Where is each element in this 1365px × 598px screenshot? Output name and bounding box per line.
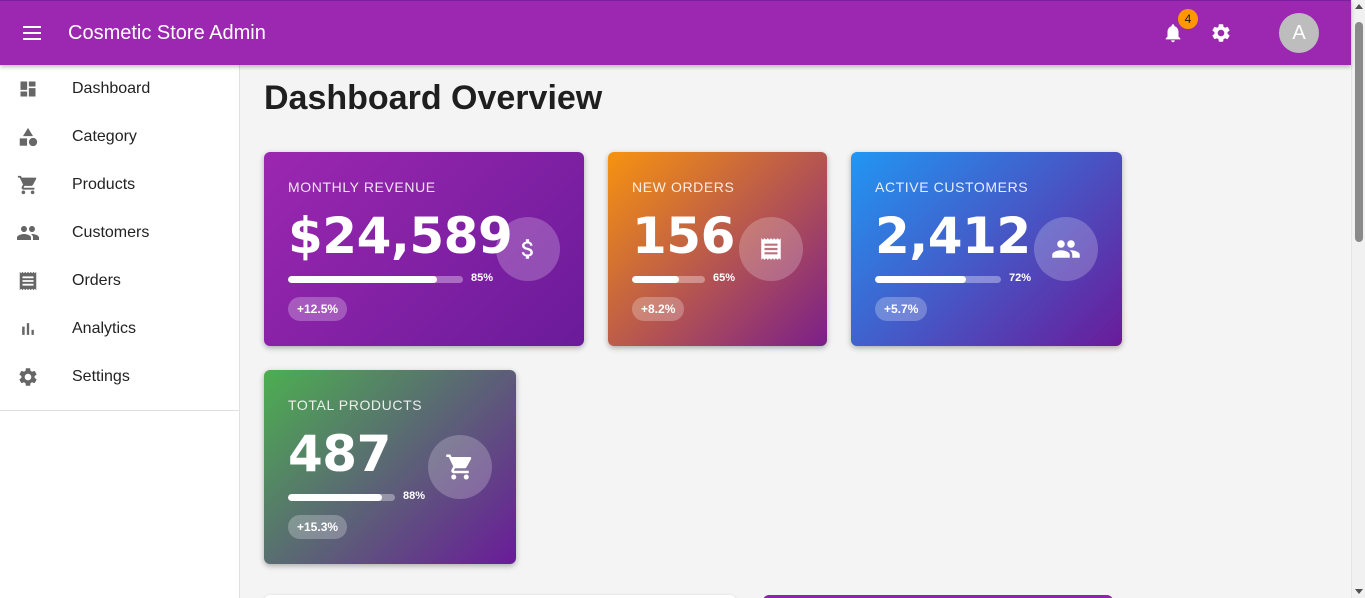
category-icon [16, 125, 40, 149]
receipt-icon [16, 269, 40, 293]
sidebar-item-label: Dashboard [72, 80, 151, 97]
bar-chart-icon [16, 317, 40, 341]
cart-icon [16, 173, 40, 197]
scrollbar[interactable] [1351, 0, 1365, 598]
main-content: Dashboard Overview MONTHLY REVENUE $24,5… [240, 65, 1351, 598]
progress-percent: 65% [713, 272, 736, 284]
stat-card-value: 487 [288, 425, 391, 483]
change-badge: +15.3% [288, 515, 348, 539]
stat-card-value: 156 [632, 207, 735, 265]
sidebar-item-label: Settings [72, 368, 130, 385]
progress-fill [632, 276, 680, 283]
change-badge: +5.7% [875, 297, 928, 321]
stat-card-orders: NEW ORDERS 156 65% +8.2% [608, 152, 827, 346]
receipt-icon [739, 217, 803, 281]
sidebar-item-dashboard[interactable]: Dashboard [0, 65, 239, 113]
cart-icon [428, 435, 492, 499]
notifications-button[interactable]: 4 [1159, 9, 1198, 47]
scroll-thumb[interactable] [1355, 22, 1363, 242]
dashboard-icon [16, 77, 40, 101]
sidebar: Dashboard Category Products Customers Or… [0, 65, 240, 598]
people-icon [1034, 217, 1098, 281]
sidebar-item-products[interactable]: Products [0, 161, 239, 209]
settings-button[interactable] [1207, 19, 1235, 47]
progress-fill [288, 276, 437, 283]
change-badge: +8.2% [632, 297, 685, 321]
progress-percent: 85% [471, 272, 494, 284]
sidebar-item-customers[interactable]: Customers [0, 209, 239, 257]
progress-percent: 72% [1009, 272, 1032, 284]
sidebar-item-label: Customers [72, 224, 150, 241]
progress-fill [288, 494, 383, 501]
scroll-down-arrow-icon[interactable] [1355, 589, 1363, 594]
stat-card-label: MONTHLY REVENUE [288, 179, 436, 195]
change-badge: +12.5% [288, 297, 348, 321]
notification-badge: 4 [1178, 9, 1198, 29]
progress-fill [875, 276, 966, 283]
page-title: Dashboard Overview [264, 79, 603, 117]
app-bar: Cosmetic Store Admin 4 A [0, 0, 1351, 65]
stat-card-customers: ACTIVE CUSTOMERS 2,412 72% +5.7% [851, 152, 1122, 346]
avatar[interactable]: A [1279, 13, 1319, 53]
progress-bar [632, 276, 705, 283]
sidebar-item-orders[interactable]: Orders [0, 257, 239, 305]
progress-percent: 88% [403, 490, 426, 502]
stat-card-revenue: MONTHLY REVENUE $24,589 85% +12.5% [264, 152, 584, 346]
gear-icon [1212, 24, 1230, 42]
sidebar-item-label: Products [72, 176, 136, 193]
progress-bar [288, 494, 395, 501]
gear-icon [16, 365, 40, 389]
sidebar-item-label: Analytics [72, 320, 137, 337]
sidebar-item-analytics[interactable]: Analytics [0, 305, 239, 353]
stat-card-label: ACTIVE CUSTOMERS [875, 179, 1029, 195]
stat-card-label: NEW ORDERS [632, 179, 735, 195]
sidebar-item-label: Orders [72, 272, 121, 289]
sidebar-item-label: Category [72, 128, 137, 145]
scroll-up-arrow-icon[interactable] [1355, 4, 1363, 9]
stat-card-products: TOTAL PRODUCTS 487 88% +15.3% [264, 370, 516, 564]
stat-card-label: TOTAL PRODUCTS [288, 397, 423, 413]
people-icon [16, 221, 40, 245]
dollar-icon [496, 217, 560, 281]
stat-card-value: 2,412 [875, 207, 1031, 265]
progress-bar [288, 276, 463, 283]
stat-card-value: $24,589 [288, 207, 513, 265]
app-title: Cosmetic Store Admin [68, 21, 266, 44]
progress-bar [875, 276, 1001, 283]
sidebar-item-category[interactable]: Category [0, 113, 239, 161]
menu-icon[interactable] [20, 21, 44, 45]
sidebar-item-settings[interactable]: Settings [0, 353, 239, 401]
